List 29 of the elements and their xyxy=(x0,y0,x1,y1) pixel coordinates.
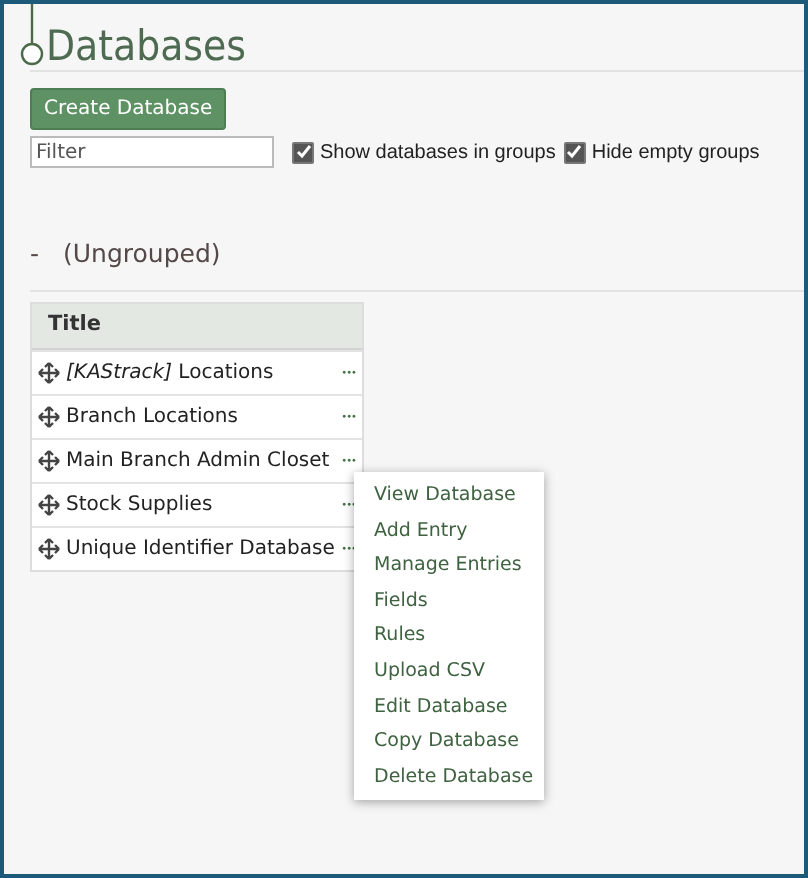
page-title: Databases xyxy=(46,20,246,72)
move-icon[interactable] xyxy=(38,494,60,516)
move-icon[interactable] xyxy=(38,538,60,560)
database-title[interactable]: Unique Identifier Database xyxy=(66,538,336,560)
checkbox[interactable] xyxy=(292,141,314,163)
checkbox-label: Show databases in groups xyxy=(320,141,556,163)
menu-item[interactable]: Upload CSV xyxy=(354,653,544,690)
menu-item[interactable]: Delete Database xyxy=(354,759,544,795)
menu-item[interactable]: Rules xyxy=(354,618,544,654)
database-title[interactable]: [KAStrack] Locations xyxy=(66,362,336,384)
collapse-toggle[interactable]: - xyxy=(30,238,40,278)
menu-item[interactable]: View Database xyxy=(354,478,544,514)
checkbox[interactable] xyxy=(563,141,586,163)
database-title[interactable]: Stock Supplies xyxy=(66,494,336,516)
move-icon[interactable] xyxy=(38,362,60,384)
filter-field[interactable]: Filter xyxy=(30,136,274,168)
menu-item[interactable]: Edit Database xyxy=(354,689,544,725)
move-icon[interactable] xyxy=(38,450,60,472)
column-header: Title xyxy=(32,304,362,350)
create-database-button[interactable]: Create Database xyxy=(30,88,227,130)
menu-item[interactable]: Fields xyxy=(354,583,544,619)
group-title: (Ungrouped) xyxy=(63,238,221,272)
move-icon[interactable] xyxy=(38,406,60,428)
menu-item[interactable]: Copy Database xyxy=(354,724,544,760)
database-title[interactable]: Main Branch Admin Closet xyxy=(66,450,336,472)
database-title[interactable]: Branch Locations xyxy=(66,406,336,428)
checkbox-label: Hide empty groups xyxy=(591,141,760,163)
menu-item[interactable]: Add Entry xyxy=(354,513,544,549)
menu-item[interactable]: Manage Entries xyxy=(354,548,544,584)
